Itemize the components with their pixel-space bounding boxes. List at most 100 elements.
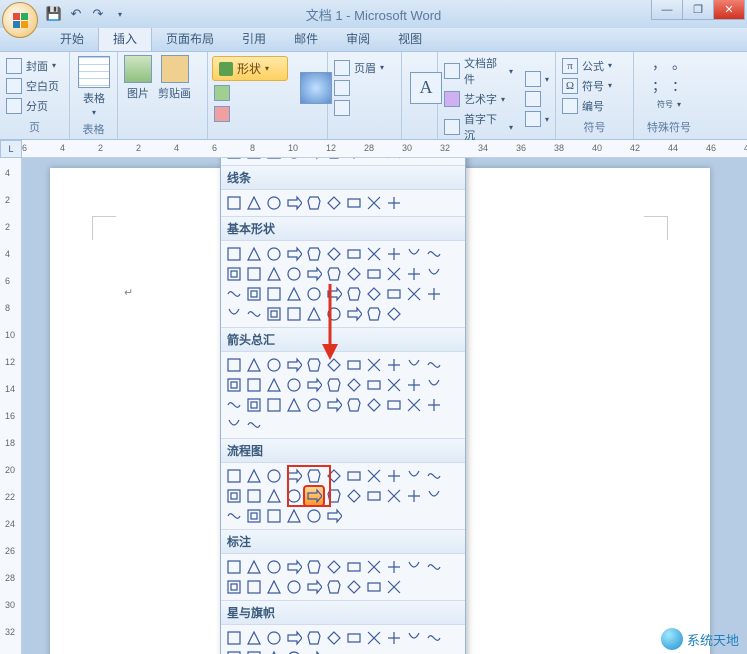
shape-item[interactable] — [325, 245, 343, 263]
shape-item[interactable] — [385, 376, 403, 394]
shape-item[interactable] — [305, 649, 323, 654]
shape-item[interactable] — [425, 629, 443, 647]
shape-item[interactable] — [365, 356, 383, 374]
shape-item[interactable] — [345, 245, 363, 263]
special-symbol-button[interactable]: 符号▾ — [655, 98, 683, 111]
shape-item[interactable] — [385, 629, 403, 647]
shape-item[interactable] — [325, 396, 343, 414]
symbol-button[interactable]: Ω符号 ▾ — [560, 77, 614, 95]
shape-item[interactable] — [325, 578, 343, 596]
clipart-button[interactable]: 剪贴画 — [156, 54, 193, 102]
shape-item[interactable] — [345, 194, 363, 212]
shape-item[interactable] — [245, 416, 263, 434]
shape-item[interactable] — [425, 558, 443, 576]
shape-item[interactable] — [305, 376, 323, 394]
shape-item[interactable] — [345, 285, 363, 303]
shape-item[interactable] — [365, 396, 383, 414]
punct-comma[interactable]: ， — [652, 54, 666, 74]
shape-item[interactable] — [305, 194, 323, 212]
shape-item[interactable] — [225, 158, 243, 161]
picture-button[interactable]: 图片 — [122, 54, 154, 102]
shape-item[interactable] — [285, 158, 303, 161]
shape-item[interactable] — [245, 629, 263, 647]
shape-item[interactable] — [365, 158, 383, 161]
shape-item[interactable] — [365, 194, 383, 212]
shape-item[interactable] — [245, 487, 263, 505]
shape-item[interactable] — [405, 376, 423, 394]
shape-item[interactable] — [365, 629, 383, 647]
shape-item[interactable] — [265, 578, 283, 596]
shape-item[interactable] — [405, 487, 423, 505]
shape-item[interactable] — [325, 158, 343, 161]
shape-item[interactable] — [345, 487, 363, 505]
shape-item[interactable] — [345, 396, 363, 414]
shape-item[interactable] — [345, 376, 363, 394]
shape-item[interactable] — [305, 305, 323, 323]
shape-item[interactable] — [285, 507, 303, 525]
shape-item[interactable] — [405, 396, 423, 414]
shape-item[interactable] — [225, 305, 243, 323]
shape-item[interactable] — [225, 396, 243, 414]
shape-item[interactable] — [405, 356, 423, 374]
shape-item[interactable] — [265, 467, 283, 485]
shape-item[interactable] — [325, 629, 343, 647]
shape-item[interactable] — [365, 578, 383, 596]
shape-item[interactable] — [345, 558, 363, 576]
shape-item[interactable] — [345, 356, 363, 374]
punct-colon[interactable]: ： — [672, 76, 686, 96]
shape-item[interactable] — [425, 356, 443, 374]
shape-item[interactable] — [225, 245, 243, 263]
undo-icon[interactable]: ↶ — [68, 6, 84, 22]
shape-item[interactable] — [425, 376, 443, 394]
maximize-button[interactable]: ❐ — [682, 0, 714, 20]
shape-item[interactable] — [425, 487, 443, 505]
shape-item[interactable] — [425, 467, 443, 485]
quickparts-button[interactable]: 文档部件 ▾ — [442, 54, 515, 88]
shape-item[interactable] — [285, 194, 303, 212]
shape-item[interactable] — [345, 305, 363, 323]
shape-item[interactable] — [385, 578, 403, 596]
shape-item[interactable] — [325, 305, 343, 323]
shape-item[interactable] — [405, 629, 423, 647]
shape-item[interactable] — [305, 487, 323, 505]
shape-item[interactable] — [325, 487, 343, 505]
shape-item[interactable] — [225, 558, 243, 576]
shape-item[interactable] — [325, 194, 343, 212]
shape-item[interactable] — [345, 629, 363, 647]
header-button[interactable]: 页眉 ▾ — [332, 59, 386, 77]
shape-item[interactable] — [385, 245, 403, 263]
shape-item[interactable] — [305, 245, 323, 263]
footer-button[interactable] — [332, 79, 386, 97]
shape-item[interactable] — [385, 356, 403, 374]
shape-item[interactable] — [285, 487, 303, 505]
shape-item[interactable] — [245, 558, 263, 576]
smartart-button[interactable] — [212, 84, 288, 102]
shape-item[interactable] — [385, 487, 403, 505]
shape-item[interactable] — [225, 507, 243, 525]
shape-item[interactable] — [325, 356, 343, 374]
blank-page-button[interactable]: 空白页 — [4, 77, 61, 95]
shape-item[interactable] — [285, 558, 303, 576]
shape-item[interactable] — [285, 578, 303, 596]
shape-item[interactable] — [325, 376, 343, 394]
office-button[interactable] — [2, 2, 38, 38]
shape-item[interactable] — [245, 356, 263, 374]
punct-period[interactable]: 。 — [672, 54, 686, 74]
shape-item[interactable] — [245, 305, 263, 323]
shape-item[interactable] — [325, 507, 343, 525]
shape-item[interactable] — [265, 487, 283, 505]
redo-icon[interactable]: ↷ — [90, 6, 106, 22]
shape-item[interactable] — [285, 285, 303, 303]
tab-references[interactable]: 引用 — [228, 26, 280, 51]
shape-item[interactable] — [225, 467, 243, 485]
cover-page-button[interactable]: 封面 ▾ — [4, 57, 61, 75]
shape-item[interactable] — [305, 265, 323, 283]
shape-item[interactable] — [405, 158, 423, 161]
shape-item[interactable] — [265, 245, 283, 263]
close-button[interactable]: ✕ — [713, 0, 745, 20]
shape-item[interactable] — [245, 265, 263, 283]
shape-item[interactable] — [365, 245, 383, 263]
shape-item[interactable] — [405, 265, 423, 283]
shape-item[interactable] — [285, 376, 303, 394]
shape-item[interactable] — [265, 558, 283, 576]
